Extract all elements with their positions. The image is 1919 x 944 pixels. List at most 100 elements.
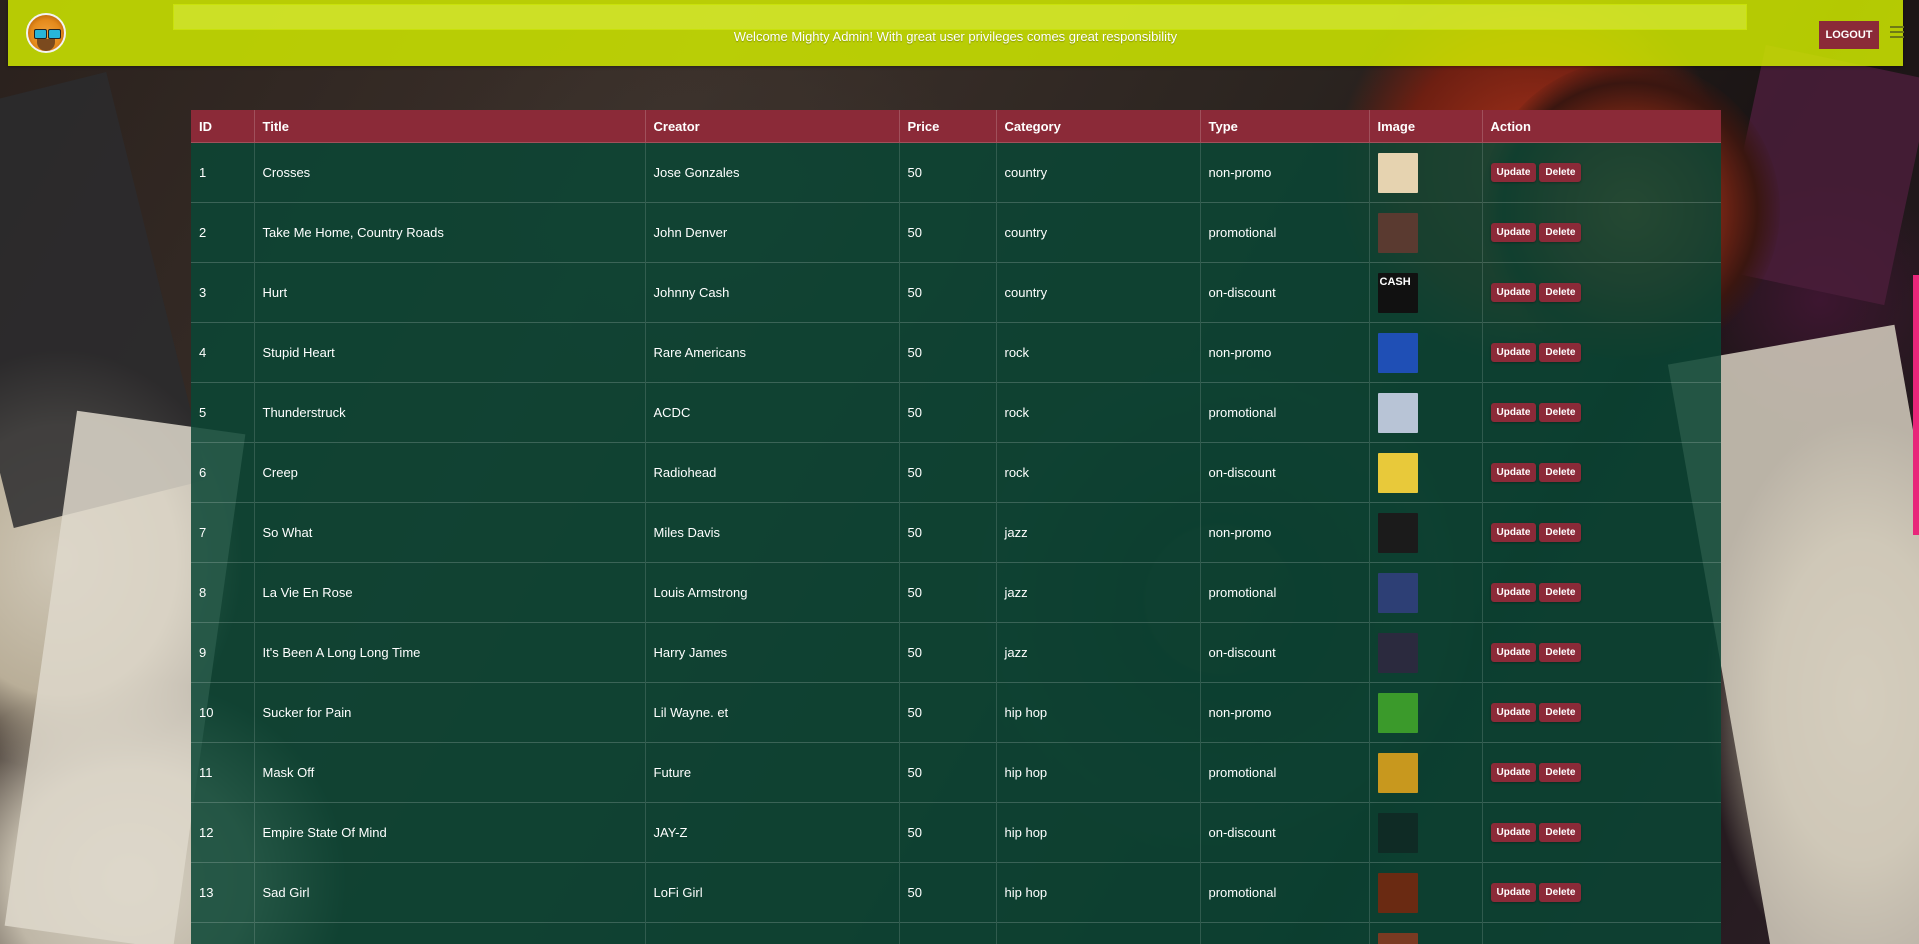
cell-price: 50 xyxy=(899,382,997,443)
cell-action xyxy=(1482,922,1721,944)
cell-creator: Lil Wayne. et xyxy=(645,682,900,743)
cell-category: hip hop xyxy=(996,802,1201,863)
update-button[interactable]: Update xyxy=(1490,763,1537,782)
cell-type: non-promo xyxy=(1200,142,1370,203)
cell-image xyxy=(1369,742,1483,803)
delete-button[interactable]: Delete xyxy=(1539,163,1582,182)
cell-type: non-promo xyxy=(1200,682,1370,743)
table-row: 6 Creep Radiohead 50 rock on-discount Update De… xyxy=(191,442,1721,503)
delete-button[interactable]: Delete xyxy=(1539,523,1582,542)
cell-creator: JAY-Z xyxy=(645,802,900,863)
update-button[interactable]: Update xyxy=(1490,463,1537,482)
table-row xyxy=(191,922,1721,944)
cell-price: 50 xyxy=(899,802,997,863)
delete-button[interactable]: Delete xyxy=(1539,223,1582,242)
cell-title: Stupid Heart xyxy=(254,322,646,383)
delete-button[interactable]: Delete xyxy=(1539,883,1582,902)
cell-action: Update Delete xyxy=(1482,442,1721,503)
logout-button[interactable]: LOGOUT xyxy=(1819,21,1879,49)
column-header-image: Image xyxy=(1369,110,1483,143)
cell-image xyxy=(1369,502,1483,563)
update-button[interactable]: Update xyxy=(1490,823,1537,842)
cell-category xyxy=(996,922,1201,944)
update-button[interactable]: Update xyxy=(1490,643,1537,662)
hamburger-menu-icon[interactable] xyxy=(1890,26,1904,38)
update-button[interactable]: Update xyxy=(1490,343,1537,362)
cell-title: Thunderstruck xyxy=(254,382,646,443)
delete-button[interactable]: Delete xyxy=(1539,283,1582,302)
cell-action: Update Delete xyxy=(1482,682,1721,743)
cell-title: Creep xyxy=(254,442,646,503)
column-header-type: Type xyxy=(1200,110,1370,143)
cell-price: 50 xyxy=(899,322,997,383)
table-row: 12 Empire State Of Mind JAY-Z 50 hip hop on-d… xyxy=(191,802,1721,863)
cell-price: 50 xyxy=(899,502,997,563)
delete-button[interactable]: Delete xyxy=(1539,763,1582,782)
update-button[interactable]: Update xyxy=(1490,523,1537,542)
cell-creator: Future xyxy=(645,742,900,803)
table-row: 9 It's Been A Long Long Time Harry James 50… xyxy=(191,622,1721,683)
cell-title: Empire State Of Mind xyxy=(254,802,646,863)
cell-id: 8 xyxy=(191,562,255,623)
cell-action: Update Delete xyxy=(1482,322,1721,383)
cell-title: Sucker for Pain xyxy=(254,682,646,743)
table-row: 8 La Vie En Rose Louis Armstrong 50 jazz prom… xyxy=(191,562,1721,623)
delete-button[interactable]: Delete xyxy=(1539,343,1582,362)
cell-type: non-promo xyxy=(1200,502,1370,563)
table-row: 4 Stupid Heart Rare Americans 50 rock non-pro… xyxy=(191,322,1721,383)
cell-image xyxy=(1369,202,1483,263)
cell-type: promotional xyxy=(1200,382,1370,443)
column-header-price: Price xyxy=(899,110,997,143)
top-header: Welcome Mighty Admin! With great user pr… xyxy=(8,0,1904,66)
table-row: 3 Hurt Johnny Cash 50 country on-discount CASH… xyxy=(191,262,1721,323)
table-row: 5 Thunderstruck ACDC 50 rock promotional Updat… xyxy=(191,382,1721,443)
cell-id: 11 xyxy=(191,742,255,803)
cell-id: 6 xyxy=(191,442,255,503)
table-header-row: ID Title Creator Price Category Type Ima… xyxy=(191,110,1721,143)
cell-price: 50 xyxy=(899,262,997,323)
table-row: 2 Take Me Home, Country Roads John Denver 5… xyxy=(191,202,1721,263)
delete-button[interactable]: Delete xyxy=(1539,823,1582,842)
table-row: 10 Sucker for Pain Lil Wayne. et 50 hip hop n… xyxy=(191,682,1721,743)
cell-action: Update Delete xyxy=(1482,562,1721,623)
cell-image xyxy=(1369,802,1483,863)
cell-image xyxy=(1369,682,1483,743)
delete-button[interactable]: Delete xyxy=(1539,403,1582,422)
cell-creator: Jose Gonzales xyxy=(645,142,900,203)
column-header-category: Category xyxy=(996,110,1201,143)
cell-title xyxy=(254,922,646,944)
cell-title: Mask Off xyxy=(254,742,646,803)
cell-category: country xyxy=(996,142,1201,203)
update-button[interactable]: Update xyxy=(1490,883,1537,902)
cell-action: Update Delete xyxy=(1482,142,1721,203)
cell-category: rock xyxy=(996,322,1201,383)
album-cover-image xyxy=(1377,152,1418,193)
cell-creator: LoFi Girl xyxy=(645,862,900,923)
album-cover-image xyxy=(1377,752,1418,793)
cell-price: 50 xyxy=(899,562,997,623)
update-button[interactable]: Update xyxy=(1490,163,1537,182)
delete-button[interactable]: Delete xyxy=(1539,463,1582,482)
update-button[interactable]: Update xyxy=(1490,583,1537,602)
update-button[interactable]: Update xyxy=(1490,403,1537,422)
delete-button[interactable]: Delete xyxy=(1539,643,1582,662)
column-header-action: Action xyxy=(1482,110,1721,143)
delete-button[interactable]: Delete xyxy=(1539,703,1582,722)
delete-button[interactable]: Delete xyxy=(1539,583,1582,602)
cell-creator: Miles Davis xyxy=(645,502,900,563)
update-button[interactable]: Update xyxy=(1490,283,1537,302)
cell-creator: Harry James xyxy=(645,622,900,683)
cell-price: 50 xyxy=(899,442,997,503)
update-button[interactable]: Update xyxy=(1490,703,1537,722)
cell-type: promotional xyxy=(1200,562,1370,623)
cell-image xyxy=(1369,562,1483,623)
cell-category: country xyxy=(996,262,1201,323)
welcome-message: Welcome Mighty Admin! With great user pr… xyxy=(733,29,1178,44)
cell-action: Update Delete xyxy=(1482,262,1721,323)
cell-action: Update Delete xyxy=(1482,862,1721,923)
cell-id xyxy=(191,922,255,944)
header-inner-bar xyxy=(173,4,1747,30)
update-button[interactable]: Update xyxy=(1490,223,1537,242)
cell-category: jazz xyxy=(996,562,1201,623)
album-cover-image xyxy=(1377,392,1418,433)
